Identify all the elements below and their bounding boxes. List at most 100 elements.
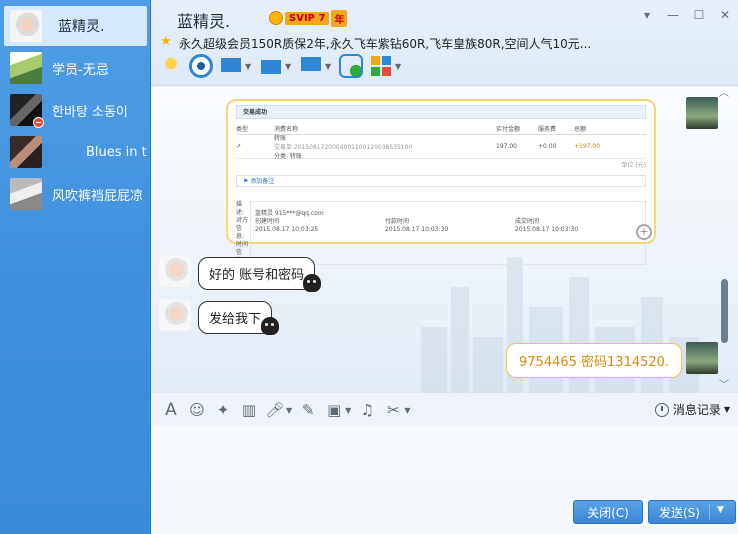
- receipt-meta-labels: 描述: 对方信息: 时间信息:: [236, 201, 250, 265]
- create-discussion-icon[interactable]: [339, 54, 363, 78]
- receipt-row-name: 转账: [274, 135, 287, 142]
- time-header-done: 成交时间: [515, 218, 540, 225]
- receipt-meta: 描述: 对方信息: 时间信息: 蓝精灵 915***@qq.com 创建时间 付…: [236, 201, 646, 265]
- contact-avatar[interactable]: [159, 255, 191, 287]
- contact-signature: 永久超级会员150R质保2年,永久飞车紫钻60R,飞车皇族80R,空间人气10元…: [179, 37, 592, 51]
- chevron-down-icon[interactable]: ▼: [345, 406, 351, 415]
- chevron-down-icon[interactable]: ▼: [404, 406, 410, 415]
- close-icon[interactable]: ✕: [718, 8, 732, 22]
- receipt-image-message[interactable]: 交易成功 类型 消费名称 实付金额 服务费 总额 ↗ 转账 交易单 201508…: [226, 99, 656, 265]
- maximize-icon[interactable]: ☐: [692, 8, 706, 22]
- chevron-down-icon[interactable]: ▼: [395, 62, 403, 71]
- microphone-icon[interactable]: 🎤︎: [265, 400, 285, 420]
- meta-party-value: 蓝精灵 915***@qq.com: [255, 210, 324, 217]
- chevron-down-icon[interactable]: ▼: [286, 406, 292, 415]
- receipt-title: 交易成功: [236, 105, 646, 119]
- time-done: 2015.08.17 10:03:30: [515, 226, 579, 233]
- receipt-row-sub: 交易单 2015081720004001100120038535100: [274, 144, 413, 151]
- close-button-label: 关闭(C): [587, 505, 629, 520]
- meta-desc-label: 描述:: [236, 201, 245, 216]
- contact-name: 한바탕 소동이: [52, 104, 128, 120]
- chevron-down-icon[interactable]: ▼: [245, 62, 253, 71]
- scroll-down-icon[interactable]: ﹀: [718, 381, 730, 391]
- send-button-label: 发送(S): [659, 505, 700, 520]
- my-avatar[interactable]: [686, 97, 718, 129]
- avatar: [10, 94, 44, 128]
- message-list: 交易成功 类型 消费名称 实付金额 服务费 总额 ↗ 转账 交易单 201508…: [151, 87, 738, 393]
- message-history-button[interactable]: 消息记录 ▼: [654, 401, 730, 418]
- message-bubble-self: 9754465 密码1314520.: [506, 343, 683, 378]
- receipt-col-fee: 服务费: [538, 126, 557, 133]
- vip-badge[interactable]: SVIP 7 年: [269, 9, 348, 27]
- close-button[interactable]: 关闭(C): [573, 500, 643, 524]
- bubble-decoration-icon: [303, 274, 321, 292]
- voice-call-icon[interactable]: [159, 54, 183, 78]
- star-icon: ★: [160, 34, 172, 49]
- avatar: [10, 10, 42, 42]
- add-remark-label: 添加备注: [250, 178, 275, 185]
- edit-icon[interactable]: ✎: [298, 400, 318, 420]
- meta-party-row: 蓝精灵 915***@qq.com: [251, 210, 645, 218]
- chat-scrollbar[interactable]: ︿ ﹀: [718, 87, 730, 393]
- zoom-in-icon[interactable]: +: [636, 224, 652, 240]
- contact-avatar[interactable]: [159, 299, 191, 331]
- meta-desc-row: [251, 202, 645, 210]
- receipt-fee: +0.00: [538, 143, 557, 150]
- sidebar-contact-wuji[interactable]: 学员-无忌: [4, 48, 147, 88]
- meta-time-header-row: 创建时间 付款时间 成交时间: [251, 218, 645, 226]
- chat-title[interactable]: 蓝精灵.: [177, 8, 230, 32]
- apps-icon[interactable]: [369, 54, 393, 78]
- receipt-row: ↗ 转账 交易单 2015081720004001100120038535100…: [236, 133, 646, 160]
- screenshot-scissors-icon[interactable]: ✂: [383, 400, 403, 420]
- dropdown-icon[interactable]: ▾: [640, 8, 654, 22]
- send-file-icon[interactable]: [259, 54, 283, 78]
- vip-level: SVIP 7: [285, 11, 330, 25]
- vip-year: 年: [331, 9, 348, 27]
- chevron-down-icon[interactable]: ▼: [285, 62, 293, 71]
- sidebar-contact-lanjingling[interactable]: 蓝精灵.: [4, 6, 147, 46]
- font-icon[interactable]: A: [161, 400, 181, 420]
- receipt-row-detail: 转账 交易单 2015081720004001100120038535100 分…: [274, 133, 496, 160]
- avatar: [10, 178, 42, 210]
- chat-header: 蓝精灵. SVIP 7 年 ★ 永久超级会员150R质保2年,永久飞车紫钻60R…: [151, 0, 738, 86]
- receipt-amount: 197.00: [496, 143, 517, 150]
- receipt-meta-grid: 蓝精灵 915***@qq.com 创建时间 付款时间 成交时间 2015.08…: [250, 201, 646, 265]
- sidebar-contact-hanbatang[interactable]: 한바탕 소동이: [4, 90, 147, 130]
- send-divider: [709, 504, 710, 520]
- crown-icon: [269, 11, 283, 25]
- send-options-icon[interactable]: ▼: [717, 505, 724, 515]
- scroll-thumb[interactable]: [721, 279, 728, 343]
- image-icon[interactable]: ▣: [324, 400, 344, 420]
- receipt-add-remark: ⚑ 添加备注: [236, 175, 646, 187]
- chevron-down-icon: ▼: [723, 405, 730, 414]
- scroll-up-icon[interactable]: ︿: [718, 89, 730, 99]
- chat-window: 蓝精灵. SVIP 7 年 ★ 永久超级会员150R质保2年,永久飞车紫钻60R…: [151, 0, 738, 534]
- minimize-icon[interactable]: —: [666, 8, 680, 22]
- contact-sidebar: 蓝精灵. 学员-无忌 한바탕 소동이 Blues in th 风吹裤裆屁屁凉: [0, 0, 151, 534]
- music-icon[interactable]: ♫: [357, 400, 377, 420]
- receipt-total: +197.00: [574, 143, 601, 150]
- shake-window-icon[interactable]: ▥: [239, 400, 259, 420]
- my-avatar[interactable]: [686, 342, 718, 374]
- clock-icon: [654, 402, 669, 417]
- send-button[interactable]: 发送(S) ▼: [648, 500, 736, 524]
- magic-wand-icon[interactable]: ✦: [213, 400, 233, 420]
- time-header-created: 创建时间: [255, 218, 280, 225]
- sidebar-contact-blues[interactable]: Blues in th: [4, 132, 147, 172]
- sidebar-contact-fengchui[interactable]: 风吹裤裆屁屁凉: [4, 174, 147, 214]
- bubble-decoration-icon: [261, 317, 279, 335]
- receipt-row-category: 分类: 转账: [274, 153, 302, 160]
- window-controls: ▾ — ☐ ✕: [640, 8, 732, 22]
- chevron-down-icon[interactable]: ▼: [325, 62, 333, 71]
- message-bubble: 好的 账号和密码: [198, 257, 316, 290]
- emoji-icon[interactable]: ☺: [187, 400, 207, 420]
- video-call-icon[interactable]: [189, 54, 213, 78]
- avatar: [10, 52, 42, 84]
- receipt-col-total: 总额: [574, 126, 587, 133]
- input-toolbar: A ☺ ✦ ▥ 🎤︎ ▼ ✎ ▣ ▼ ♫ ✂ ▼ 消息记录 ▼: [151, 396, 738, 424]
- contact-name: 蓝精灵.: [58, 19, 105, 35]
- history-label: 消息记录: [672, 403, 721, 417]
- contact-name: Blues in th: [86, 144, 147, 160]
- remote-desktop-icon[interactable]: [219, 54, 243, 78]
- screen-share-icon[interactable]: [299, 54, 323, 78]
